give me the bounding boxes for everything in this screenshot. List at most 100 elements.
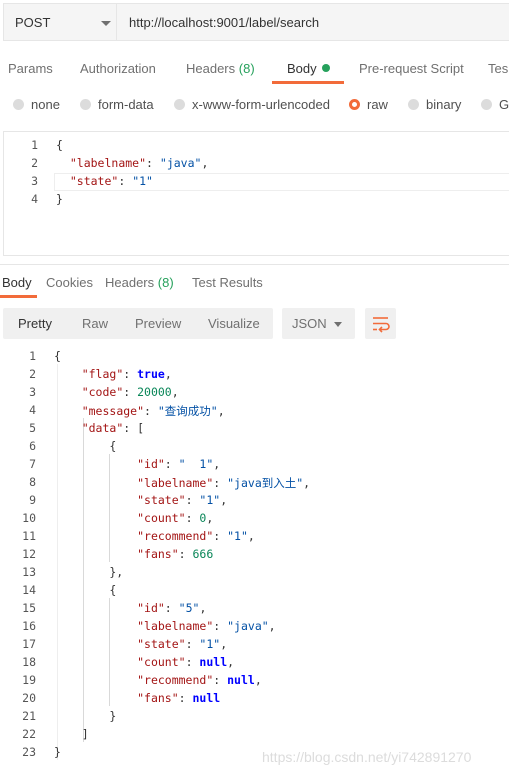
code-token: : <box>118 174 133 188</box>
code-line: { <box>54 349 61 363</box>
view-raw[interactable]: Raw <box>82 316 108 331</box>
line-number: 19 <box>22 673 36 687</box>
code-token: , <box>227 655 235 669</box>
view-preview[interactable]: Preview <box>135 316 181 331</box>
code-token: : <box>185 511 200 525</box>
line-number: 2 <box>31 156 38 170</box>
radio-circle-icon <box>80 99 91 110</box>
resp-tab-headers[interactable]: Headers (8) <box>105 275 174 290</box>
headers-count: (8) <box>238 61 255 76</box>
code-token: "labelname" <box>69 156 147 170</box>
code-line: "state": "1", <box>54 637 227 651</box>
line-number: 17 <box>22 637 36 651</box>
line-number: 23 <box>22 745 36 759</box>
radio-raw-label: raw <box>367 97 388 112</box>
line-number: 12 <box>22 547 36 561</box>
line-number: 20 <box>22 691 36 705</box>
code-token: { <box>56 138 63 152</box>
watermark: https://blog.csdn.net/yi742891270 <box>262 749 472 765</box>
code-token: "java" <box>159 156 202 170</box>
code-line: "count": null, <box>54 655 234 669</box>
code-token: "state" <box>137 493 186 507</box>
code-token: , <box>164 367 172 381</box>
code-token: : <box>144 404 158 418</box>
code-token: null <box>227 673 255 687</box>
resp-tab-cookies[interactable]: Cookies <box>46 275 93 290</box>
radio-form-data-label: form-data <box>98 97 154 112</box>
view-visualize[interactable]: Visualize <box>208 316 260 331</box>
code-token: , <box>247 529 255 543</box>
line-number: 2 <box>29 367 36 381</box>
code-token: } <box>54 745 61 759</box>
line-number: 10 <box>22 511 36 525</box>
line-number: 13 <box>22 565 36 579</box>
tab-headers[interactable]: Headers (8) <box>186 61 255 76</box>
response-body[interactable]: 1 {2 "flag": true, 3 "code": 20000, 4 "mess… <box>0 346 509 766</box>
code-token: "java" <box>227 619 269 633</box>
line-number: 8 <box>29 475 36 489</box>
line-number: 4 <box>31 192 38 206</box>
code-token: "5" <box>178 601 200 615</box>
radio-urlencoded[interactable]: x-www-form-urlencoded <box>174 97 330 112</box>
line-number: 14 <box>22 583 36 597</box>
tab-params[interactable]: Params <box>8 61 53 76</box>
code-token: "recommend" <box>137 673 214 687</box>
code-token: : <box>185 655 200 669</box>
code-token: : <box>213 476 228 490</box>
radio-form-data[interactable]: form-data <box>80 97 154 112</box>
radio-binary[interactable]: binary <box>408 97 461 112</box>
code-line: "fans": null <box>54 691 220 705</box>
line-number: 18 <box>22 655 36 669</box>
code-line: { <box>56 138 63 152</box>
tab-tests[interactable]: Tes <box>488 61 508 76</box>
method-select[interactable]: POST <box>3 3 117 41</box>
radio-raw[interactable]: raw <box>349 97 388 112</box>
code-token: , <box>220 493 228 507</box>
code-token: } <box>54 709 117 723</box>
code-token: : <box>185 493 200 507</box>
tab-authorization[interactable]: Authorization <box>80 61 156 76</box>
radio-circle-icon <box>408 99 419 110</box>
line-number: 11 <box>22 529 36 543</box>
code-token: : <box>146 156 160 170</box>
code-token: : <box>123 385 138 399</box>
resp-tab-body[interactable]: Body <box>2 275 32 290</box>
resp-tab-test-results[interactable]: Test Results <box>192 275 263 290</box>
wrap-lines-button[interactable] <box>365 308 396 339</box>
line-number: 22 <box>22 727 36 741</box>
request-body-editor[interactable]: 1 {2 "labelname": "java", 3 "state": "1" 4} <box>3 131 509 256</box>
line-number: 5 <box>29 421 36 435</box>
resp-tab-body-label: Body <box>2 275 32 290</box>
code-token: : <box>178 547 193 561</box>
tab-authorization-label: Authorization <box>80 61 156 76</box>
code-token: : <box>164 601 179 615</box>
code-token: "1" <box>227 529 248 543</box>
view-pretty[interactable]: Pretty <box>18 316 52 331</box>
code-token: "id" <box>137 457 165 471</box>
radio-graphql[interactable]: G <box>481 97 509 112</box>
code-token: "查询成功" <box>157 404 218 418</box>
tab-params-label: Params <box>8 61 53 76</box>
tab-body[interactable]: Body <box>287 61 330 76</box>
active-tab-indicator <box>272 81 344 84</box>
tab-pre-request-script[interactable]: Pre-request Script <box>359 61 464 76</box>
url-input[interactable]: http://localhost:9001/label/search <box>117 3 509 41</box>
radio-none[interactable]: none <box>13 97 60 112</box>
code-token: , <box>220 637 228 651</box>
code-token: : <box>164 457 179 471</box>
code-line: } <box>56 192 63 206</box>
view-mode-bar: Pretty Raw Preview Visualize <box>3 308 273 339</box>
code-token: "state" <box>137 637 186 651</box>
format-select[interactable]: JSON <box>282 308 355 339</box>
radio-binary-label: binary <box>426 97 462 112</box>
request-tabs: Params Authorization Headers (8) Body Pr… <box>0 48 509 86</box>
code-line: "recommend": "1", <box>54 529 255 543</box>
code-token: "state" <box>69 174 119 188</box>
